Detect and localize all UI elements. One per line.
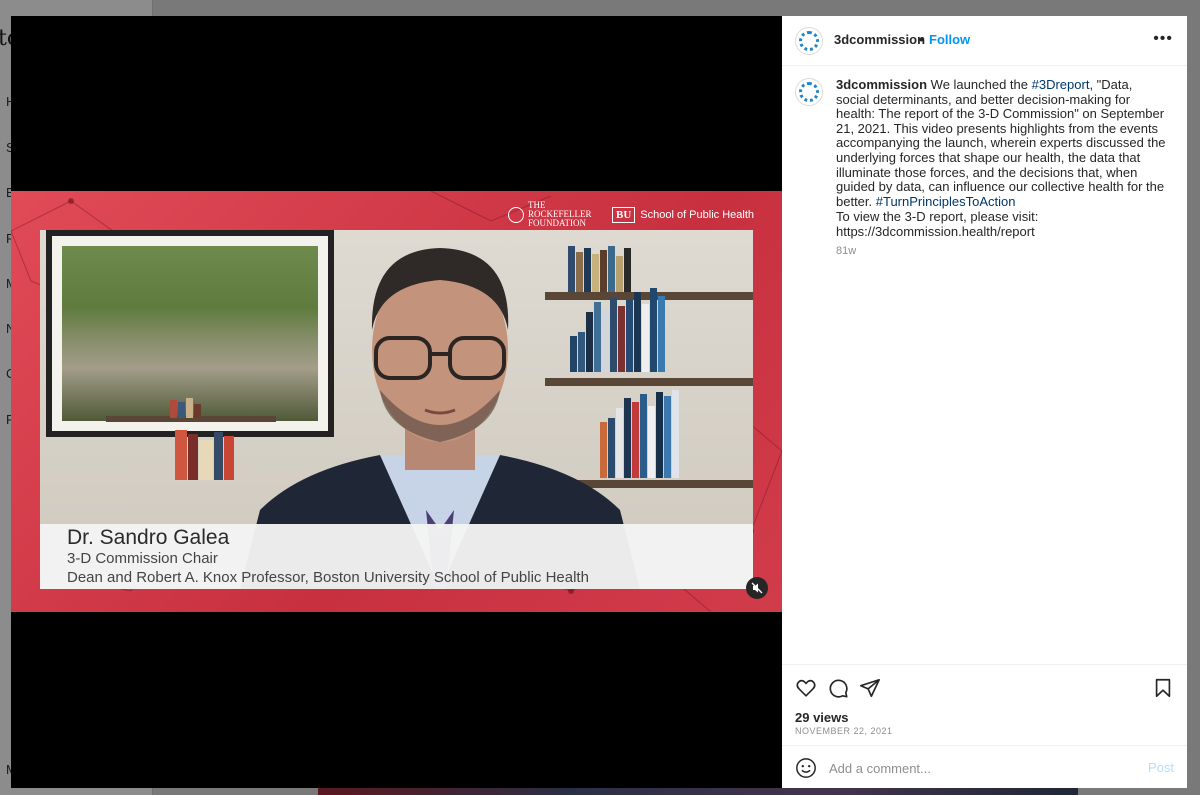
shelf-books [170, 398, 201, 418]
bu-logo: BU School of Public Health [611, 206, 754, 223]
speaker-title: Dean and Robert A. Knox Professor, Bosto… [67, 569, 589, 586]
bu-badge: BU [611, 206, 636, 223]
rockefeller-mark-icon [507, 206, 524, 223]
post-caption: 3dcommission We launched the #3Dreport, … [836, 77, 1166, 209]
rockefeller-logo: THE ROCKEFELLER FOUNDATION [507, 200, 598, 228]
comment-input[interactable] [827, 757, 1131, 779]
report-url: https://3dcommission.health/report [836, 223, 1035, 239]
like-heart-icon[interactable] [795, 677, 817, 699]
avatar[interactable] [795, 27, 823, 55]
bu-school-name: School of Public Health [640, 208, 754, 221]
save-bookmark-icon[interactable] [1152, 677, 1174, 699]
post-age: 81w [836, 245, 857, 257]
speaker-name: Dr. Sandro Galea [67, 526, 230, 549]
video-frame: THE ROCKEFELLER FOUNDATION BU School of … [11, 191, 782, 612]
caption-report-link: To view the 3-D report, please visit: ht… [836, 209, 1166, 239]
sponsor-logos: THE ROCKEFELLER FOUNDATION BU School of … [507, 200, 754, 228]
post-side-panel: 3dcommission • Follow ••• 3dcommission W… [782, 16, 1187, 788]
muted-speaker-icon [751, 582, 763, 594]
post-date[interactable]: NOVEMBER 22, 2021 [795, 726, 893, 736]
caption-text: To view the 3-D report, please visit: [836, 209, 1039, 224]
profile-logo-icon [799, 82, 819, 102]
post-header: 3dcommission • Follow ••• [782, 16, 1187, 66]
video-player[interactable]: THE ROCKEFELLER FOUNDATION BU School of … [11, 16, 782, 788]
rockefeller-name: THE ROCKEFELLER FOUNDATION [527, 200, 592, 228]
separator-dot: • [919, 32, 924, 47]
speaker-role: 3-D Commission Chair [67, 550, 218, 567]
emoji-smiley-icon[interactable] [795, 757, 817, 779]
profile-logo-icon [799, 31, 819, 51]
post-modal: THE ROCKEFELLER FOUNDATION BU School of … [11, 16, 1187, 788]
post-actions: 29 views NOVEMBER 22, 2021 [782, 664, 1187, 746]
follow-button[interactable]: Follow [929, 32, 970, 47]
unmute-button[interactable] [746, 577, 768, 599]
more-options-icon[interactable]: ••• [1153, 30, 1173, 48]
speaker-video: Dr. Sandro Galea 3-D Commission Chair De… [40, 230, 753, 589]
caption-text: We launched the [930, 77, 1028, 92]
post-username[interactable]: 3dcommission [834, 32, 925, 47]
view-count[interactable]: 29 views [795, 710, 849, 725]
caption-avatar[interactable] [795, 78, 823, 106]
shelf-books-lower [175, 430, 234, 480]
post-comment-button[interactable]: Post [1148, 760, 1174, 775]
comment-bubble-icon[interactable] [827, 677, 849, 699]
speaker-lower-third: Dr. Sandro Galea 3-D Commission Chair De… [40, 524, 753, 589]
share-paper-plane-icon[interactable] [859, 677, 881, 699]
hashtag-link[interactable]: #3Dreport [1032, 77, 1090, 92]
comment-bar: Post [782, 745, 1187, 789]
caption-username[interactable]: 3dcommission [836, 77, 927, 92]
hashtag-link[interactable]: #TurnPrinciplesToAction [876, 194, 1016, 209]
caption-text: , "Data, social determinants, and better… [836, 77, 1166, 209]
